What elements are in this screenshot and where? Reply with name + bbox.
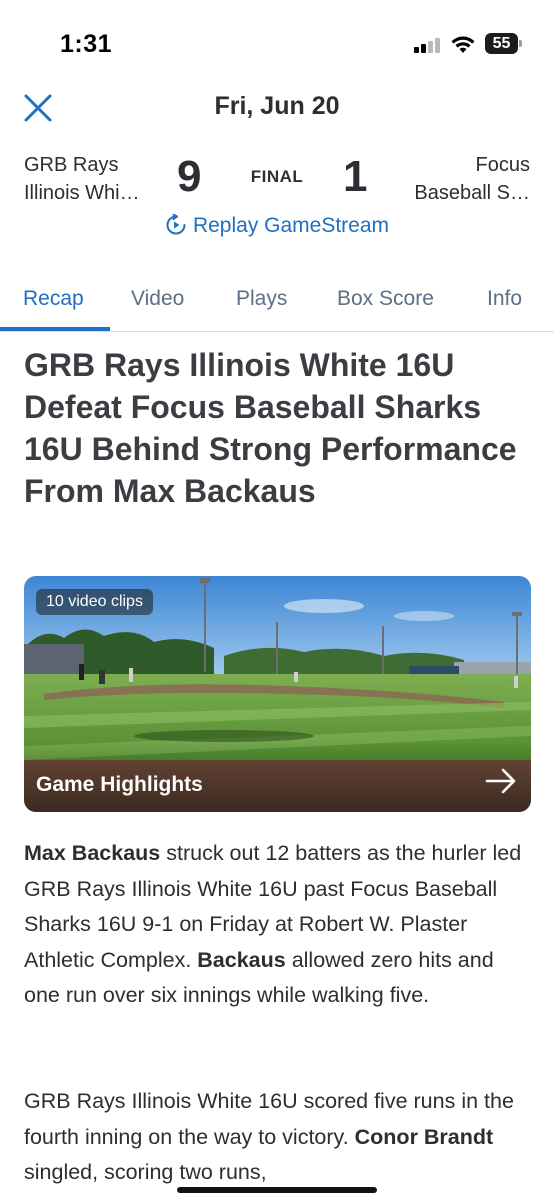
tab-info[interactable]: Info: [487, 287, 522, 311]
scoreboard: GRB Rays Illinois Whi… 9 FINAL 1 Focus B…: [0, 140, 554, 248]
game-recap-screen: 1:31 55 Fri, Jun 20 GRB Rays Illinois Wh…: [0, 0, 554, 1200]
arrow-right-icon: [485, 768, 516, 794]
tab-video[interactable]: Video: [131, 287, 184, 311]
player-name-link[interactable]: Backaus: [197, 948, 285, 972]
header: Fri, Jun 20: [0, 80, 554, 140]
game-date: Fri, Jun 20: [214, 92, 340, 120]
player-name-link[interactable]: Conor Brandt: [355, 1125, 494, 1149]
tab-plays[interactable]: Plays: [236, 287, 287, 311]
tab-bar: Recap Video Plays Box Score Info: [0, 270, 554, 332]
article-paragraph-1: Max Backaus struck out 12 batters as the…: [24, 841, 522, 1007]
active-tab-indicator: [0, 327, 110, 331]
game-highlights-title: Game Highlights: [36, 773, 203, 796]
battery-level: 55: [485, 33, 518, 54]
home-indicator[interactable]: [177, 1187, 377, 1193]
article-paragraph-2: GRB Rays Illinois White 16U scored five …: [24, 1089, 514, 1184]
away-team[interactable]: Focus Baseball S…: [370, 151, 530, 207]
player-name-link[interactable]: Max Backaus: [24, 841, 160, 865]
game-highlights-card[interactable]: 10 video clips Game Highlights: [24, 576, 531, 812]
status-bar: 1:31 55: [0, 0, 554, 80]
tab-recap[interactable]: Recap: [23, 287, 84, 311]
away-team-name-line1: Focus: [475, 154, 530, 176]
status-time: 1:31: [60, 30, 113, 58]
replay-label: Replay GameStream: [192, 214, 390, 237]
video-clips-badge: 10 video clips: [36, 589, 153, 615]
replay-icon: [166, 214, 186, 235]
cellular-signal-icon: [414, 37, 440, 53]
away-team-name-line2: Baseball S…: [414, 182, 530, 204]
battery-icon: 55: [485, 33, 522, 54]
replay-gamestream-link[interactable]: Replay GameStream: [0, 214, 554, 238]
tab-box-score[interactable]: Box Score: [337, 287, 434, 311]
article-headline: GRB Rays Illinois White 16U Defeat Focus…: [24, 347, 517, 509]
away-score: 1: [343, 152, 368, 201]
wifi-icon: [451, 36, 475, 53]
